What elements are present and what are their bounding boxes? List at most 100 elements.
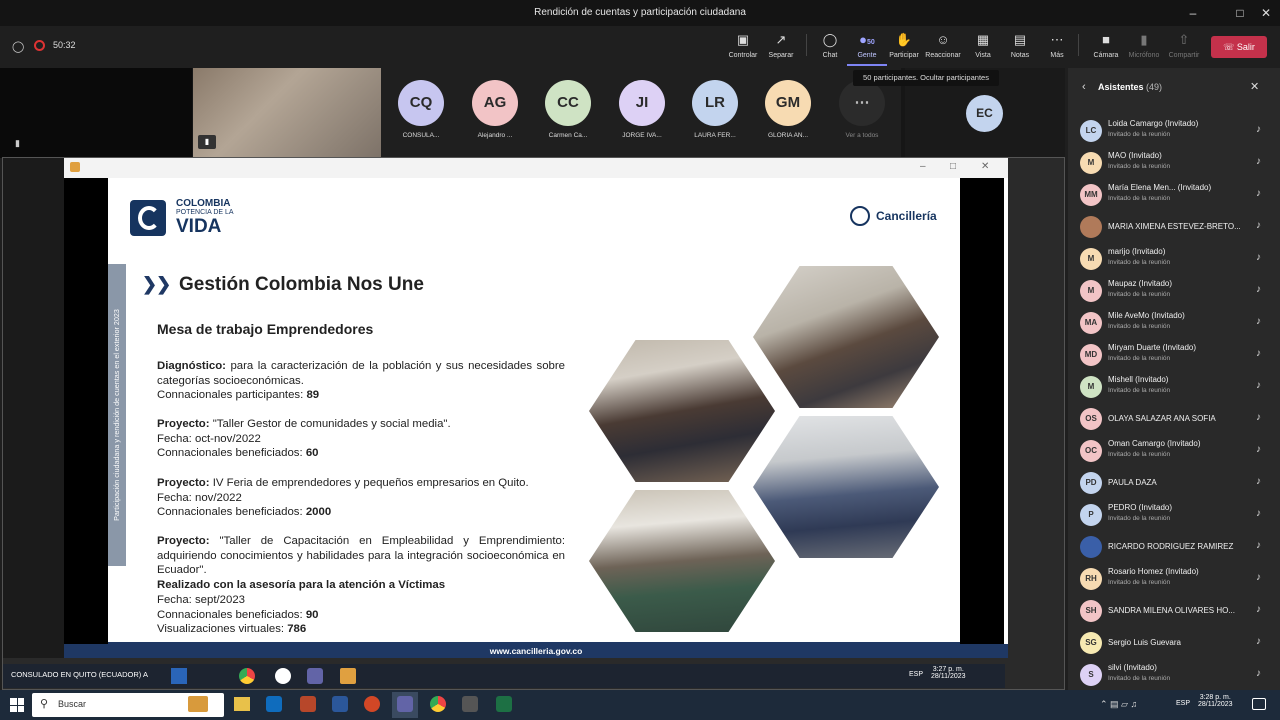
app-icon[interactable] bbox=[300, 696, 316, 712]
remote-clock: 3:27 p. m. 28/11/2023 bbox=[931, 666, 966, 680]
mic-off-icon: ♪ bbox=[1256, 572, 1261, 583]
avatar[interactable]: CQ bbox=[398, 80, 444, 126]
chrome-icon[interactable] bbox=[239, 668, 255, 684]
attendee-item[interactable]: MD Miryam Duarte (Invitado) Invitado de la… bbox=[1080, 340, 1270, 372]
avatar[interactable]: GM bbox=[765, 80, 811, 126]
notes-button[interactable]: ▤ Notas bbox=[1000, 32, 1040, 66]
see-all-label[interactable]: Ver a todos bbox=[826, 132, 898, 139]
attendee-item[interactable]: Mmarijo (Invitado) Invitado de la reunión… bbox=[1080, 244, 1270, 276]
teams-icon[interactable] bbox=[397, 696, 413, 712]
remote-lang: ESP bbox=[909, 671, 924, 678]
attendee-item[interactable]: PD PAULA DAZA ♪ bbox=[1080, 468, 1270, 500]
app-icon[interactable] bbox=[275, 668, 291, 684]
attendee-item[interactable]: SG Sergio Luis Guevara ♪ bbox=[1080, 628, 1270, 660]
attendee-item[interactable]: OC Oman Camargo (Invitado) Invitado de la … bbox=[1080, 436, 1270, 468]
attendee-name: Sergio Luis Guevara bbox=[1108, 638, 1181, 647]
app-icon[interactable] bbox=[340, 668, 356, 684]
attendee-item[interactable]: SH SANDRA MILENA OLIVARES HO... ♪ bbox=[1080, 596, 1270, 628]
system-clock[interactable]: 3:28 p. m. 28/11/2023 bbox=[1198, 694, 1233, 708]
notes-icon: ▤ bbox=[1013, 32, 1027, 47]
more-button[interactable]: ⋯ Más bbox=[1037, 32, 1077, 66]
attendee-role: Invitado de la reunión bbox=[1108, 579, 1171, 586]
lang-indicator[interactable]: ESP bbox=[1176, 700, 1190, 707]
attendee-item[interactable]: LC Loida Camargo (Invitado) Invitado de la… bbox=[1080, 116, 1270, 148]
diagnostic-block: Diagnóstico: para la caracterización de … bbox=[157, 360, 565, 402]
project1-block: Proyecto: "Taller Gestor de comunidades … bbox=[157, 418, 451, 460]
minimize-icon[interactable]: – bbox=[1182, 4, 1204, 22]
attendee-item[interactable]: P PEDRO (Invitado) Invitado de la reunión ♪ bbox=[1080, 500, 1270, 532]
cancilleria-label: Cancillería bbox=[876, 209, 937, 223]
react-button[interactable]: ☺ Reaccionar bbox=[923, 32, 963, 66]
minimize-icon[interactable]: – bbox=[920, 161, 926, 172]
app-icon[interactable] bbox=[462, 696, 478, 712]
more-participants-button[interactable]: ⋯ bbox=[839, 80, 885, 126]
avatar[interactable]: LR bbox=[692, 80, 738, 126]
app-icon bbox=[70, 162, 80, 172]
cancilleria-seal-icon bbox=[850, 206, 870, 226]
attendee-role: Invitado de la reunión bbox=[1108, 675, 1171, 682]
notifications-icon[interactable] bbox=[1252, 698, 1266, 710]
participant-name: Alejandro ... bbox=[477, 132, 513, 139]
close-icon[interactable]: ✕ bbox=[1250, 80, 1259, 93]
attendee-role: Invitado de la reunión bbox=[1108, 195, 1171, 202]
attendee-item[interactable]: MM María Elena Men... (Invitado) Invitado … bbox=[1080, 180, 1270, 212]
avatar: M bbox=[1080, 280, 1102, 302]
close-icon[interactable]: ✕ bbox=[981, 161, 989, 172]
share-button[interactable]: ⇧ Compartir bbox=[1164, 32, 1204, 66]
close-icon[interactable]: ✕ bbox=[1255, 4, 1277, 22]
avatar[interactable]: CC bbox=[545, 80, 591, 126]
video-tile[interactable] bbox=[0, 68, 192, 158]
people-button[interactable]: ●50 Gente bbox=[847, 32, 887, 66]
window-titlebar: Rendición de cuentas y participación ciu… bbox=[0, 0, 1280, 26]
windows-start-icon[interactable] bbox=[10, 698, 24, 712]
control-button[interactable]: ▣ Controlar bbox=[723, 32, 763, 66]
word-icon[interactable] bbox=[332, 696, 348, 712]
mic-off-icon: ♪ bbox=[1256, 636, 1261, 647]
tray-icons[interactable]: ⌃ ▤ ▱ ♫ bbox=[1100, 699, 1137, 710]
attendee-name: PEDRO (Invitado) bbox=[1108, 503, 1173, 512]
attendee-item[interactable]: MARIA XIMENA ESTEVEZ-BRETO... ♪ bbox=[1080, 212, 1270, 244]
popout-button[interactable]: ↗ Separar bbox=[761, 32, 801, 66]
raise-hand-button[interactable]: ✋ Participar bbox=[884, 32, 924, 66]
excel-icon[interactable] bbox=[496, 696, 512, 712]
chrome-icon[interactable] bbox=[430, 696, 446, 712]
leave-button[interactable]: ☏ Salir bbox=[1211, 36, 1267, 58]
back-icon[interactable]: ‹ bbox=[1082, 81, 1086, 93]
powerpoint-icon[interactable] bbox=[364, 696, 380, 712]
camera-button[interactable]: ■ Cámara bbox=[1086, 32, 1126, 66]
grid-icon: ▦ bbox=[976, 32, 990, 47]
participant-name: GLORIA AN... bbox=[767, 132, 809, 139]
maximize-icon[interactable]: □ bbox=[1229, 4, 1251, 22]
outlook-icon[interactable] bbox=[266, 696, 282, 712]
mic-off-icon: ♪ bbox=[1256, 316, 1261, 327]
attendee-item[interactable]: MA Mile AveMo (Invitado) Invitado de la re… bbox=[1080, 308, 1270, 340]
view-button[interactable]: ▦ Vista bbox=[963, 32, 1003, 66]
project3-block: Proyecto: "Taller de Capacitación en Emp… bbox=[157, 535, 565, 636]
attendee-name: Miryam Duarte (Invitado) bbox=[1108, 343, 1197, 352]
mic-button[interactable]: ▮ Micrófono bbox=[1124, 32, 1164, 66]
slide: COLOMBIA POTENCIA DE LA VIDA Cancillería… bbox=[108, 178, 960, 652]
avatar[interactable]: AG bbox=[472, 80, 518, 126]
app-icon[interactable] bbox=[171, 668, 187, 684]
attendee-item[interactable]: M MAO (Invitado) Invitado de la reunión ♪ bbox=[1080, 148, 1270, 180]
hand-icon: ✋ bbox=[895, 32, 913, 47]
presentation-titlebar: – □ ✕ bbox=[64, 158, 1008, 178]
attendee-item[interactable]: RH Rosario Homez (Invitado) Invitado de la… bbox=[1080, 564, 1270, 596]
teams-icon[interactable] bbox=[307, 668, 323, 684]
maximize-icon[interactable]: □ bbox=[950, 161, 956, 172]
attendee-item[interactable]: M Maupaz (Invitado) Invitado de la reunión… bbox=[1080, 276, 1270, 308]
attendee-name: Oman Camargo (Invitado) bbox=[1108, 439, 1201, 448]
chat-button[interactable]: ◯ Chat bbox=[810, 32, 850, 66]
attendee-item[interactable]: M Mishell (Invitado) Invitado de la reunió… bbox=[1080, 372, 1270, 404]
attendee-item[interactable]: RICARDO RODRIGUEZ RAMIREZ ♪ bbox=[1080, 532, 1270, 564]
logo-line2: POTENCIA DE LA bbox=[176, 209, 234, 216]
attendee-item[interactable]: Ssilvi (Invitado) Invitado de la reunión ♪ bbox=[1080, 660, 1270, 692]
slide-footer: www.cancilleria.gov.co bbox=[64, 644, 1008, 658]
avatar[interactable]: JI bbox=[619, 80, 665, 126]
mic-off-icon: ♪ bbox=[1256, 668, 1261, 679]
file-explorer-icon[interactable] bbox=[234, 697, 250, 711]
video-tile[interactable] bbox=[193, 68, 381, 158]
attendee-item[interactable]: OS OLAYA SALAZAR ANA SOFIA ♪ bbox=[1080, 404, 1270, 436]
mic-off-icon: ♪ bbox=[1256, 476, 1261, 487]
slide-footer-url: www.cancilleria.gov.co bbox=[489, 646, 583, 656]
